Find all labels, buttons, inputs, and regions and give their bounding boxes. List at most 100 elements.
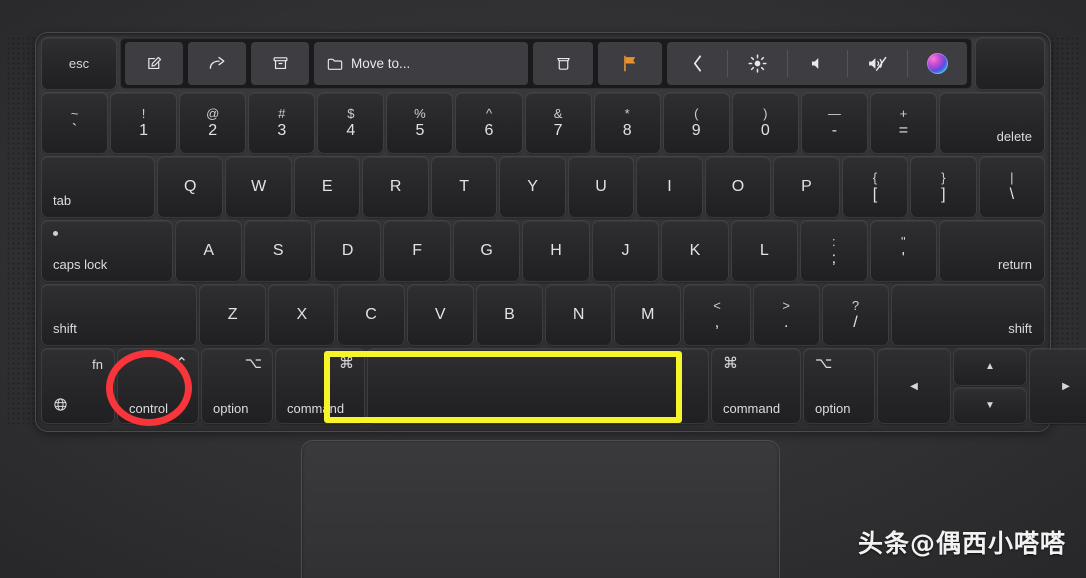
- key-fn[interactable]: fn: [42, 349, 114, 423]
- key-esc[interactable]: esc: [42, 38, 116, 89]
- key-legend: U: [595, 178, 607, 195]
- key-legend-bottom: 5: [415, 122, 425, 139]
- key-arrow-right[interactable]: ▶: [1030, 349, 1086, 423]
- trash-icon[interactable]: [533, 42, 593, 85]
- key-left-command[interactable]: ⌘ command: [276, 349, 364, 423]
- key-return[interactable]: return: [939, 221, 1044, 281]
- key-v[interactable]: V: [407, 285, 473, 345]
- forward-icon[interactable]: [188, 42, 246, 85]
- key-period[interactable]: > .: [753, 285, 819, 345]
- key-g[interactable]: G: [453, 221, 520, 281]
- key-left-bracket[interactable]: { [: [842, 157, 908, 217]
- shift-row: shift Z X C V B N M < , > . ? / shift: [42, 285, 1045, 345]
- key-legend: S: [272, 242, 284, 259]
- key-r[interactable]: R: [363, 157, 428, 217]
- key-u[interactable]: U: [568, 157, 634, 217]
- key-semicolon[interactable]: : ;: [801, 221, 867, 281]
- key-2[interactable]: @ 2: [180, 93, 246, 153]
- key-x[interactable]: X: [269, 285, 335, 345]
- key-t[interactable]: T: [431, 157, 497, 217]
- compose-icon[interactable]: [125, 42, 183, 85]
- key-y[interactable]: Y: [500, 157, 565, 217]
- key-h[interactable]: H: [523, 221, 589, 281]
- key-4[interactable]: $ 4: [318, 93, 384, 153]
- expand-back-icon[interactable]: [667, 42, 727, 85]
- key-m[interactable]: M: [615, 285, 681, 345]
- key-legend-bottom: 9: [691, 122, 701, 139]
- key-q[interactable]: Q: [158, 157, 223, 217]
- brightness-icon[interactable]: [727, 42, 787, 85]
- key-i[interactable]: I: [637, 157, 702, 217]
- key-right-command[interactable]: ⌘ command: [712, 349, 800, 423]
- siri-icon[interactable]: [907, 42, 967, 85]
- key-a[interactable]: A: [176, 221, 242, 281]
- key-c[interactable]: C: [338, 285, 404, 345]
- volume-mute-icon[interactable]: [847, 42, 907, 85]
- key-legend-top: ): [763, 106, 768, 121]
- key-k[interactable]: K: [662, 221, 728, 281]
- volume-up-icon[interactable]: [787, 42, 847, 85]
- key-left-command-label: command: [287, 401, 345, 416]
- trackpad[interactable]: [302, 441, 779, 578]
- key-legend: A: [203, 242, 215, 259]
- key-6[interactable]: ^ 6: [456, 93, 522, 153]
- key-l[interactable]: L: [731, 221, 798, 281]
- key-right-shift[interactable]: shift: [892, 285, 1045, 345]
- key-1[interactable]: ! 1: [111, 93, 177, 153]
- key-p[interactable]: P: [774, 157, 839, 217]
- archive-icon[interactable]: [251, 42, 309, 85]
- key-legend-top: <: [713, 298, 721, 313]
- watermark: 头条@偶西小嗒嗒: [857, 529, 1066, 558]
- key-d[interactable]: D: [314, 221, 381, 281]
- key-comma[interactable]: < ,: [684, 285, 750, 345]
- key-j[interactable]: J: [592, 221, 659, 281]
- key-equals[interactable]: + =: [870, 93, 937, 153]
- key-left-option[interactable]: ⌥ option: [202, 349, 272, 423]
- key-7[interactable]: & 7: [525, 93, 591, 153]
- key-n[interactable]: N: [546, 285, 612, 345]
- key-w[interactable]: W: [226, 157, 291, 217]
- key-backtick[interactable]: ~ `: [42, 93, 108, 153]
- key-backslash[interactable]: | \: [979, 157, 1045, 217]
- key-legend-bottom: \: [1009, 186, 1015, 203]
- key-delete[interactable]: delete: [940, 93, 1045, 153]
- key-slash[interactable]: ? /: [822, 285, 889, 345]
- key-b[interactable]: B: [476, 285, 543, 345]
- key-fn-label: fn: [92, 357, 103, 372]
- key-z[interactable]: Z: [200, 285, 266, 345]
- key-9[interactable]: ( 9: [663, 93, 729, 153]
- key-tab[interactable]: tab: [42, 157, 154, 217]
- key-legend: X: [296, 306, 308, 323]
- move-to-button[interactable]: Move to...: [314, 42, 528, 85]
- key-control[interactable]: ⌃ control: [118, 349, 198, 423]
- key-5[interactable]: % 5: [387, 93, 453, 153]
- key-legend-top: ~: [70, 106, 79, 121]
- key-right-option[interactable]: ⌥ option: [804, 349, 874, 423]
- key-quote[interactable]: " ': [870, 221, 936, 281]
- key-arrow-up[interactable]: ▲: [954, 349, 1026, 385]
- key-3[interactable]: # 3: [249, 93, 315, 153]
- key-caps-lock[interactable]: caps lock: [42, 221, 172, 281]
- key-right-bracket[interactable]: } ]: [911, 157, 976, 217]
- key-arrow-left[interactable]: ◀: [878, 349, 950, 423]
- key-minus[interactable]: — -: [801, 93, 867, 153]
- key-o[interactable]: O: [705, 157, 771, 217]
- key-left-option-label: option: [213, 401, 249, 416]
- key-s[interactable]: S: [245, 221, 311, 281]
- touch-bar[interactable]: Move to...: [120, 38, 972, 89]
- key-f[interactable]: F: [384, 221, 450, 281]
- touch-id-button[interactable]: [976, 38, 1044, 89]
- caps-lock-indicator: [53, 231, 58, 236]
- key-0[interactable]: ) 0: [732, 93, 798, 153]
- key-legend: Q: [184, 178, 197, 195]
- key-arrow-down[interactable]: ▼: [954, 387, 1026, 423]
- key-legend-top: |: [1010, 170, 1014, 185]
- key-space[interactable]: [368, 349, 708, 423]
- key-8[interactable]: * 8: [594, 93, 660, 153]
- key-left-shift[interactable]: shift: [42, 285, 196, 345]
- touch-bar-control-strip[interactable]: [667, 42, 967, 85]
- key-return-label: return: [998, 257, 1032, 272]
- key-legend-top: }: [941, 170, 946, 185]
- flag-icon[interactable]: [598, 42, 662, 85]
- key-e[interactable]: E: [294, 157, 360, 217]
